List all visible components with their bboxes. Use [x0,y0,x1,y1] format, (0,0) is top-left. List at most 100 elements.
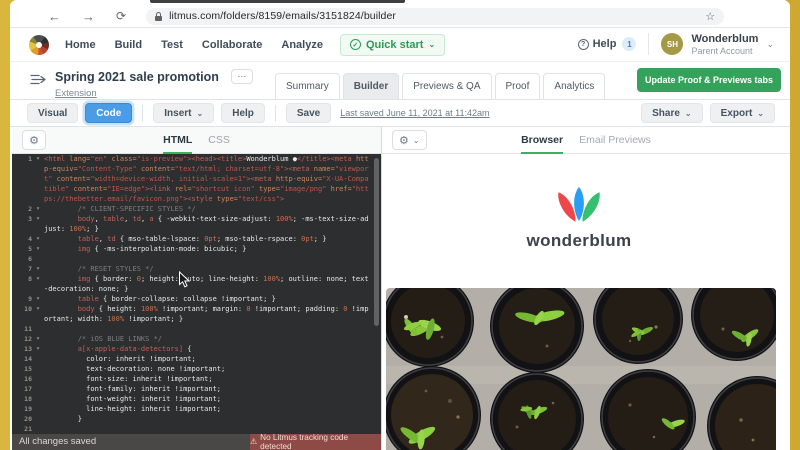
chevron-down-icon: ⌄ [757,108,764,118]
builder-toolbar: Visual Code Insert ⌄ Help Save Last saved… [10,100,790,127]
back-icon[interactable]: ← [48,10,61,23]
chevron-down-icon: ⌄ [428,39,436,49]
extension-link[interactable]: Extension [55,88,253,99]
chevron-down-icon: ⌄ [684,108,692,118]
code-line[interactable]: 4 ▾ table, td { mso-table-lspace: 0pt; ms… [12,234,381,244]
code-line[interactable]: 6 [12,254,381,264]
code-line[interactable]: 18 font-weight: inherit !important; [12,394,381,404]
export-label: Export [720,107,753,119]
code-line[interactable]: 7 ▾ /* RESET STYLES */ [12,264,381,274]
gear-icon: ⚙ [29,134,39,147]
insert-label: Insert [164,107,192,119]
code-line[interactable]: 20 } [12,414,381,424]
preview-panel: ⚙ ⌄ Browser Email Previews wonderblum [381,127,790,450]
browser-tab-sliver [150,0,405,3]
page-title: Spring 2021 sale promotion [55,70,219,84]
nav-item-test[interactable]: Test [161,39,183,51]
bookmark-star-icon[interactable]: ☆ [705,10,715,23]
code-line[interactable]: 15 text-decoration: none !important; [12,364,381,374]
code-line[interactable]: 17 font-family: inherit !important; [12,384,381,394]
help-label: Help [592,38,617,51]
update-proof-previews-button[interactable]: Update Proof & Previews tabs [636,68,781,92]
tab-email-previews[interactable]: Email Previews [579,127,651,154]
url-text[interactable]: litmus.com/folders/8159/emails/3151824/b… [169,10,396,22]
chevron-down-icon: ⌄ [412,135,420,145]
quick-start-button[interactable]: ✓ Quick start ⌄ [339,33,446,56]
last-saved-link[interactable]: Last saved June 11, 2021 at 11:42am [340,108,489,118]
editor-settings-button[interactable]: ⚙ [22,130,46,150]
email-preview: wonderblum [382,154,790,450]
tracking-warning[interactable]: ⚠ No Litmus tracking code detected [250,433,381,450]
divider [142,104,144,122]
export-button[interactable]: Export ⌄ [709,103,775,123]
tab-builder[interactable]: Builder [342,73,400,100]
avatar[interactable]: SH [661,33,684,56]
code-line[interactable]: 11 [12,324,381,334]
code-line[interactable]: 9 ▾ table { border-collapse: collapse !im… [12,294,381,304]
chevron-down-icon[interactable]: ⌄ [766,39,774,50]
tab-analytics[interactable]: Analytics [543,73,606,100]
code-line[interactable]: 14 color: inherit !important; [12,354,381,364]
help-menu[interactable]: ? Help 1 [577,37,637,52]
divider [274,104,276,122]
code-line[interactable]: 3 ▾ body, table, td, a { -webkit-text-siz… [12,214,381,234]
tab-previews-qa[interactable]: Previews & QA [402,73,492,100]
tab-summary[interactable]: Summary [275,73,340,100]
tab-css[interactable]: CSS [208,127,230,154]
code-line[interactable]: 8 ▾ img { border: 0; height: auto; line-h… [12,274,381,294]
check-circle-icon: ✓ [349,39,361,50]
nav-item-analyze[interactable]: Analyze [281,39,323,51]
code-line[interactable]: 13 ▾ a[x-apple-data-detectors] { [12,344,381,354]
nav-item-build[interactable]: Build [115,39,143,51]
code-line[interactable]: 19 line-height: inherit !important; [12,404,381,414]
insert-button[interactable]: Insert ⌄ [153,103,215,123]
preview-header: ⚙ ⌄ Browser Email Previews [382,127,790,154]
gear-icon: ⚙ [399,134,409,147]
code-editor-panel: ⚙ HTML CSS 1 ▾ <html lang="en" class="is-p… [10,127,381,450]
code-editor[interactable]: 1 ▾ <html lang="en" class="is-preview"><he… [12,154,381,434]
email-header-row: Spring 2021 sale promotion ⋯ Extension S… [10,62,790,100]
help-button[interactable]: Help [221,103,265,123]
email-tabs: Summary Builder Previews & QA Proof Anal… [275,73,608,100]
editor-status-bar: All changes saved ⚠ No Litmus tracking c… [12,433,381,450]
nav-item-home[interactable]: Home [65,39,96,51]
code-line[interactable]: 2 ▾ /* CLIENT-SPECIFIC STYLES */ [12,204,381,214]
save-button[interactable]: Save [285,103,332,123]
editor-scrollbar[interactable] [374,158,379,326]
move-arrow-icon[interactable] [30,73,47,86]
share-button[interactable]: Share ⌄ [641,103,703,123]
code-mode-button[interactable]: Code [85,103,133,123]
code-lines: 1 ▾ <html lang="en" class="is-preview"><he… [12,154,381,434]
code-line[interactable]: 12 ▾ /* iOS BLUE LINKS */ [12,334,381,344]
tab-html[interactable]: HTML [163,127,193,154]
reload-icon[interactable]: ⟳ [116,10,126,22]
code-line[interactable]: 1 ▾ <html lang="en" class="is-preview"><he… [12,154,381,204]
question-circle-icon: ? [577,38,589,50]
litmus-logo-icon[interactable] [29,34,49,55]
brand-logo-block: wonderblum [382,187,776,251]
seedlings-photo [386,288,776,450]
code-line[interactable]: 5 ▾ img { -ms-interpolation-mode: bicubic… [12,244,381,254]
brand-name: wonderblum [526,231,632,250]
more-options-button[interactable]: ⋯ [231,69,254,84]
browser-window: ← → ⟳ litmus.com/folders/8159/emails/315… [10,0,790,450]
mouse-cursor [179,271,190,288]
warning-label: No Litmus tracking code detected [260,433,348,450]
app-navbar: Home Build Test Collaborate Analyze ✓ Qu… [10,28,790,62]
preview-settings-button[interactable]: ⚙ ⌄ [392,130,427,150]
tab-browser-preview[interactable]: Browser [521,127,564,154]
divider [648,33,650,56]
tab-proof[interactable]: Proof [494,73,541,100]
save-status: All changes saved [12,434,250,450]
nav-item-collaborate[interactable]: Collaborate [202,39,263,51]
account-type: Parent Account [691,45,753,56]
code-line[interactable]: 10 ▾ body { height: 100% !important; marg… [12,304,381,324]
code-line[interactable]: 16 font-size: inherit !important; [12,374,381,384]
editor-header: ⚙ HTML CSS [12,127,381,154]
share-label: Share [652,107,680,119]
url-bar[interactable]: litmus.com/folders/8159/emails/3151824/b… [146,7,725,25]
visual-mode-button[interactable]: Visual [27,103,79,123]
account-menu[interactable]: Wonderblum Parent Account [691,33,758,56]
forward-icon[interactable]: → [82,10,95,23]
chevron-down-icon: ⌄ [196,108,204,118]
